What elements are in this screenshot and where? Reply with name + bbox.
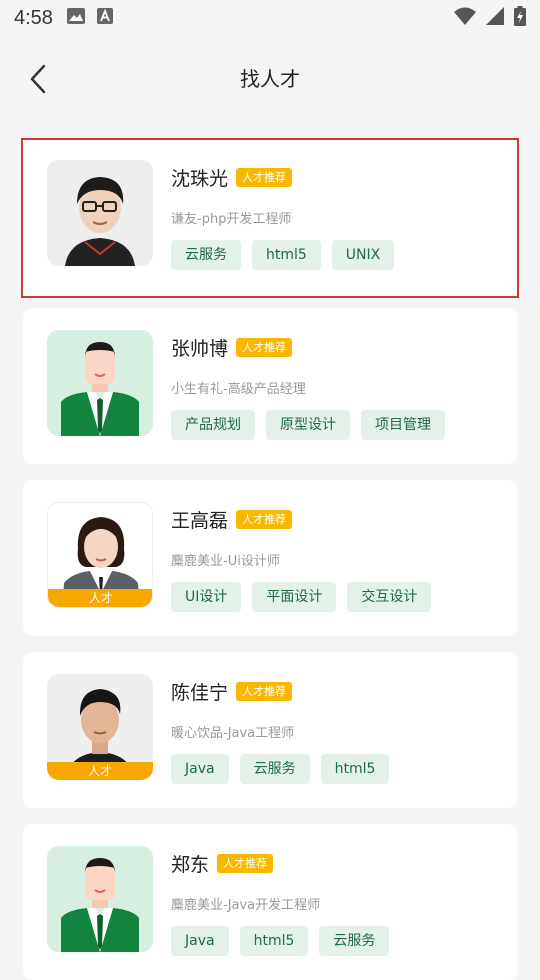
skill-tag: 项目管理: [361, 410, 445, 440]
talent-card[interactable]: 沈珠光 人才推荐 谦友-php开发工程师 云服务 html5 UNIX: [21, 138, 519, 298]
talent-card[interactable]: 人才 陈佳宁 人才推荐 暖心饮品-Java工程师 Java 云服务 html5: [23, 652, 517, 808]
status-time: 4:58: [14, 6, 53, 29]
skill-tag: 云服务: [171, 240, 241, 270]
chevron-left-icon: [30, 64, 46, 94]
tag-list: 云服务 html5 UNIX: [171, 240, 395, 270]
tag-list: Java 云服务 html5: [171, 754, 390, 784]
skill-tag: html5: [239, 926, 309, 956]
signal-icon: [486, 7, 504, 29]
skill-tag: 产品规划: [171, 410, 255, 440]
recommend-badge: 人才推荐: [236, 682, 292, 701]
tag-list: Java html5 云服务: [171, 926, 390, 956]
skill-tag: Java: [171, 926, 229, 956]
talent-card[interactable]: 郑东 人才推荐 麋鹿美业-Java开发工程师 Java html5 云服务: [23, 824, 517, 980]
recommend-badge: 人才推荐: [217, 854, 273, 873]
tag-list: 产品规划 原型设计 项目管理: [171, 410, 445, 440]
talent-name: 陈佳宁: [171, 682, 229, 704]
skill-tag: UNIX: [331, 240, 395, 270]
page-title: 找人才: [240, 66, 300, 91]
skill-tag: html5: [320, 754, 390, 784]
nav-bar: 找人才: [0, 46, 540, 108]
skill-tag: 平面设计: [252, 582, 337, 612]
talent-title: 小生有礼-高级产品经理: [171, 382, 306, 397]
talent-name: 张帅博: [171, 338, 229, 360]
skill-tag: Java: [171, 754, 229, 784]
talent-title: 麋鹿美业-Ui设计师: [171, 554, 280, 569]
skill-tag: 原型设计: [266, 410, 350, 440]
skill-tag: 云服务: [239, 754, 310, 784]
talent-title: 麋鹿美业-Java开发工程师: [171, 898, 321, 913]
talent-card[interactable]: 人才 王高磊 人才推荐 麋鹿美业-Ui设计师 UI设计 平面设计 交互设计: [23, 480, 517, 636]
talent-card[interactable]: 张帅博 人才推荐 小生有礼-高级产品经理 产品规划 原型设计 项目管理: [23, 308, 517, 464]
back-button[interactable]: [22, 62, 56, 96]
image-icon: [66, 8, 85, 28]
avatar: [47, 846, 153, 952]
avatar: [47, 330, 153, 436]
font-icon: [96, 8, 113, 28]
avatar-badge: 人才: [48, 589, 152, 607]
avatar: 人才: [47, 502, 153, 608]
avatar-badge: 人才: [47, 762, 153, 780]
battery-icon: [514, 6, 526, 30]
talent-title: 暖心饮品-Java工程师: [171, 726, 295, 741]
avatar: 人才: [47, 674, 153, 780]
avatar: [47, 160, 153, 266]
talent-name: 沈珠光: [171, 168, 229, 190]
skill-tag: 交互设计: [347, 582, 432, 612]
talent-title: 谦友-php开发工程师: [171, 212, 292, 227]
recommend-badge: 人才推荐: [236, 510, 292, 529]
wifi-icon: [454, 7, 476, 29]
tag-list: UI设计 平面设计 交互设计: [171, 582, 432, 612]
talent-name: 王高磊: [171, 510, 229, 532]
skill-tag: UI设计: [171, 582, 242, 612]
status-bar: 4:58: [0, 0, 540, 36]
talent-name: 郑东: [171, 854, 210, 876]
recommend-badge: 人才推荐: [236, 338, 292, 357]
recommend-badge: 人才推荐: [236, 168, 292, 187]
skill-tag: 云服务: [319, 926, 390, 956]
skill-tag: html5: [252, 240, 321, 270]
